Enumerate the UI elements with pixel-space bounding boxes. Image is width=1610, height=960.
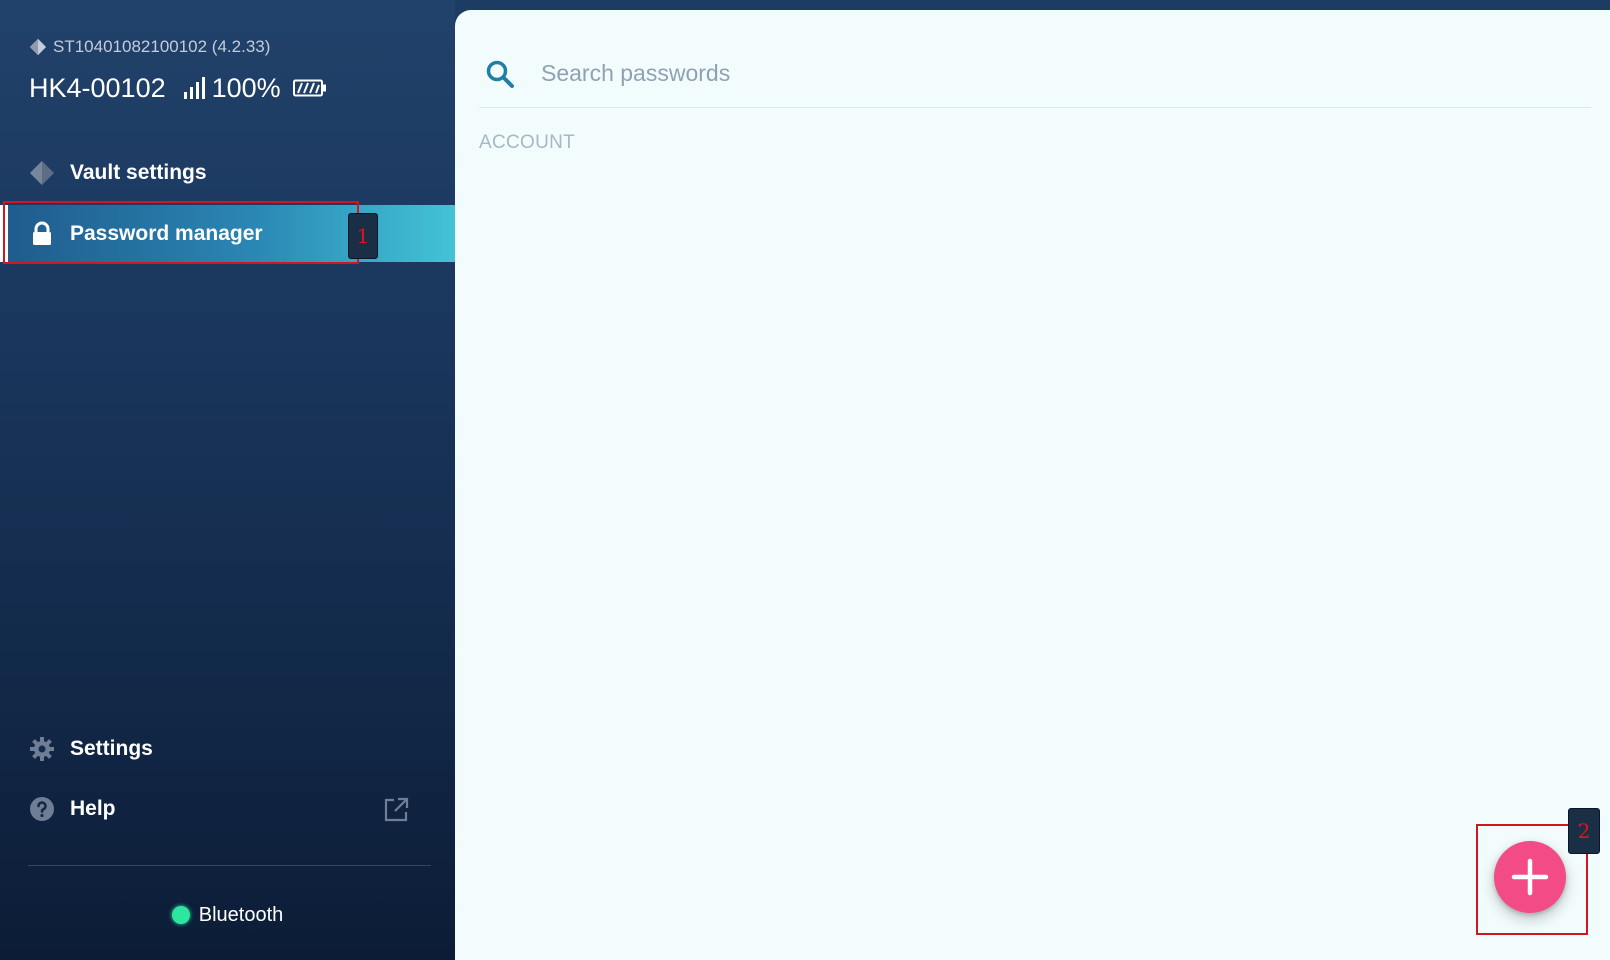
battery-percentage: 100% [211,72,281,103]
search-bar [479,40,1591,108]
lock-icon [28,220,56,248]
sidebar-item-label: Settings [70,737,153,760]
annotation-tag-1: 1 [348,213,378,259]
device-serial: ST10401082100102 (4.2.33) [29,36,270,58]
device-status-row: HK4-00102 100% [29,70,327,106]
sidebar-item-settings[interactable]: Settings [0,721,455,777]
search-input[interactable] [541,60,1441,87]
device-serial-text: ST10401082100102 (4.2.33) [53,37,271,56]
sidebar-item-label: Password manager [70,221,263,245]
plus-icon [1511,858,1549,896]
help-circle-icon [28,795,56,823]
sidebar-item-password-manager[interactable]: Password manager [0,205,455,262]
sidebar-item-help[interactable]: Help [0,781,455,837]
external-link-icon [384,797,409,822]
device-name: HK4-00102 [29,72,166,103]
sidebar: ST10401082100102 (4.2.33) HK4-00102 100%… [0,0,455,960]
add-password-button[interactable] [1494,841,1566,913]
signal-strength-icon [183,77,205,99]
status-dot-icon [171,906,190,924]
password-list-panel: ACCOUNT [455,10,1610,960]
battery-icon [292,79,326,97]
section-header-account: ACCOUNT [479,132,576,153]
annotation-tag-2: 2 [1568,808,1600,854]
connection-status: Bluetooth [0,900,455,930]
vault-diamond-icon [29,38,47,56]
gear-icon [28,735,56,763]
sidebar-item-label: Help [70,797,116,820]
sidebar-divider [28,865,431,866]
search-icon [486,60,514,88]
sidebar-item-label: Vault settings [70,161,207,184]
vault-diamond-icon [28,159,56,187]
sidebar-item-vault-settings[interactable]: Vault settings [0,145,455,201]
connection-label: Bluetooth [198,903,284,926]
